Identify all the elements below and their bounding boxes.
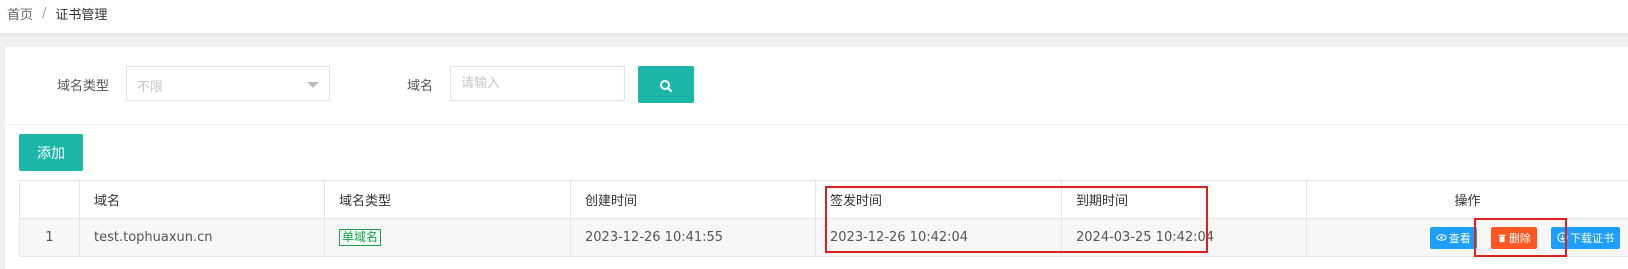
header-domain-type: 域名类型 [324, 180, 571, 219]
table-header-row: 域名 域名类型 创建时间 签发时间 到期时间 操作 [19, 180, 1628, 219]
download-icon [1557, 232, 1568, 243]
certificate-table: 域名 域名类型 创建时间 签发时间 到期时间 操作 1 test.tophuax… [19, 180, 1628, 257]
domain-type-value: 不限 [137, 80, 164, 95]
delete-label: 删除 [1508, 231, 1531, 245]
delete-button[interactable]: 删除 [1490, 226, 1537, 249]
header-created: 创建时间 [570, 180, 816, 219]
row-index: 1 [19, 218, 80, 257]
header-actions: 操作 [1306, 180, 1628, 219]
row-issued: 2023-12-26 10:42:04 [815, 218, 1062, 257]
content-panel: 域名类型 不限 域名 添加 域名 域名类 [5, 47, 1628, 269]
header-issued: 签发时间 [815, 180, 1062, 219]
download-certificate-button[interactable]: 下载证书 [1551, 226, 1620, 249]
domain-input[interactable] [450, 66, 625, 101]
add-button[interactable]: 添加 [19, 134, 83, 171]
breadcrumb-separator: / [42, 6, 47, 21]
breadcrumb-current: 证书管理 [55, 8, 108, 23]
trash-icon [1498, 234, 1506, 242]
row-domain-type-cell: 单域名 [324, 218, 571, 257]
row-domain: test.tophuaxun.cn [79, 218, 325, 257]
domain-type-select[interactable]: 不限 [126, 66, 330, 101]
view-button[interactable]: 查看 [1429, 226, 1477, 249]
view-label: 查看 [1448, 231, 1471, 245]
domain-type-label: 域名类型 [57, 79, 110, 94]
header-expires: 到期时间 [1061, 180, 1307, 219]
chevron-down-icon [307, 82, 319, 88]
search-icon [660, 79, 672, 92]
eye-icon [1436, 234, 1447, 241]
header-index [19, 180, 80, 219]
domain-label: 域名 [407, 79, 434, 94]
breadcrumb-bar: 首页 / 证书管理 [0, 0, 1628, 34]
row-actions: 查看 删除 下载证书 [1306, 218, 1628, 257]
row-expires: 2024-03-25 10:42:04 [1061, 218, 1307, 257]
domain-type-badge: 单域名 [339, 229, 382, 246]
header-domain: 域名 [79, 180, 325, 219]
row-created: 2023-12-26 10:41:55 [570, 218, 816, 257]
download-label: 下载证书 [1570, 231, 1614, 245]
table-row: 1 test.tophuaxun.cn 单域名 2023-12-26 10:41… [19, 218, 1628, 257]
search-form: 域名类型 不限 域名 [5, 47, 1628, 125]
search-button[interactable] [638, 66, 694, 103]
breadcrumb-home[interactable]: 首页 [7, 4, 33, 23]
breadcrumb: 首页 / 证书管理 [7, 4, 107, 23]
